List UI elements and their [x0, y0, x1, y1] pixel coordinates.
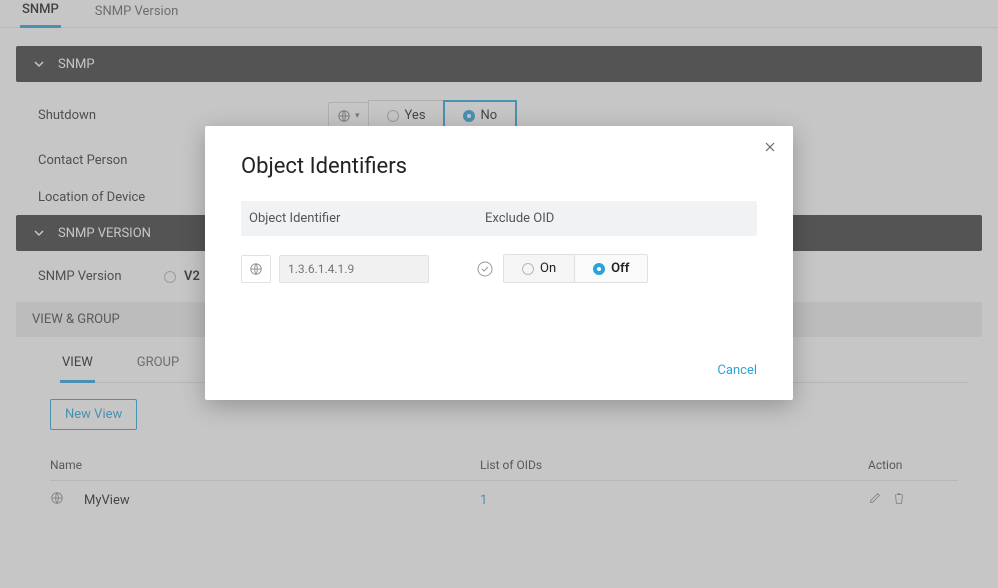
exclude-oid-toggle: On Off: [503, 254, 648, 283]
col-exclude-oid: Exclude OID: [485, 211, 554, 226]
modal-title: Object Identifiers: [241, 154, 757, 179]
close-icon[interactable]: [763, 140, 777, 158]
modal-overlay: Object Identifiers Object Identifier Exc…: [0, 0, 998, 588]
col-object-identifier: Object Identifier: [249, 211, 485, 226]
toggle-on[interactable]: On: [504, 255, 574, 282]
toggle-off[interactable]: Off: [574, 255, 647, 282]
object-identifiers-modal: Object Identifiers Object Identifier Exc…: [205, 126, 793, 400]
check-circle-icon[interactable]: [477, 261, 493, 277]
globe-icon[interactable]: [241, 255, 271, 283]
cancel-button[interactable]: Cancel: [717, 363, 757, 378]
modal-column-headers: Object Identifier Exclude OID: [241, 201, 757, 236]
oid-input[interactable]: [279, 255, 429, 283]
modal-input-row: On Off: [241, 254, 757, 283]
